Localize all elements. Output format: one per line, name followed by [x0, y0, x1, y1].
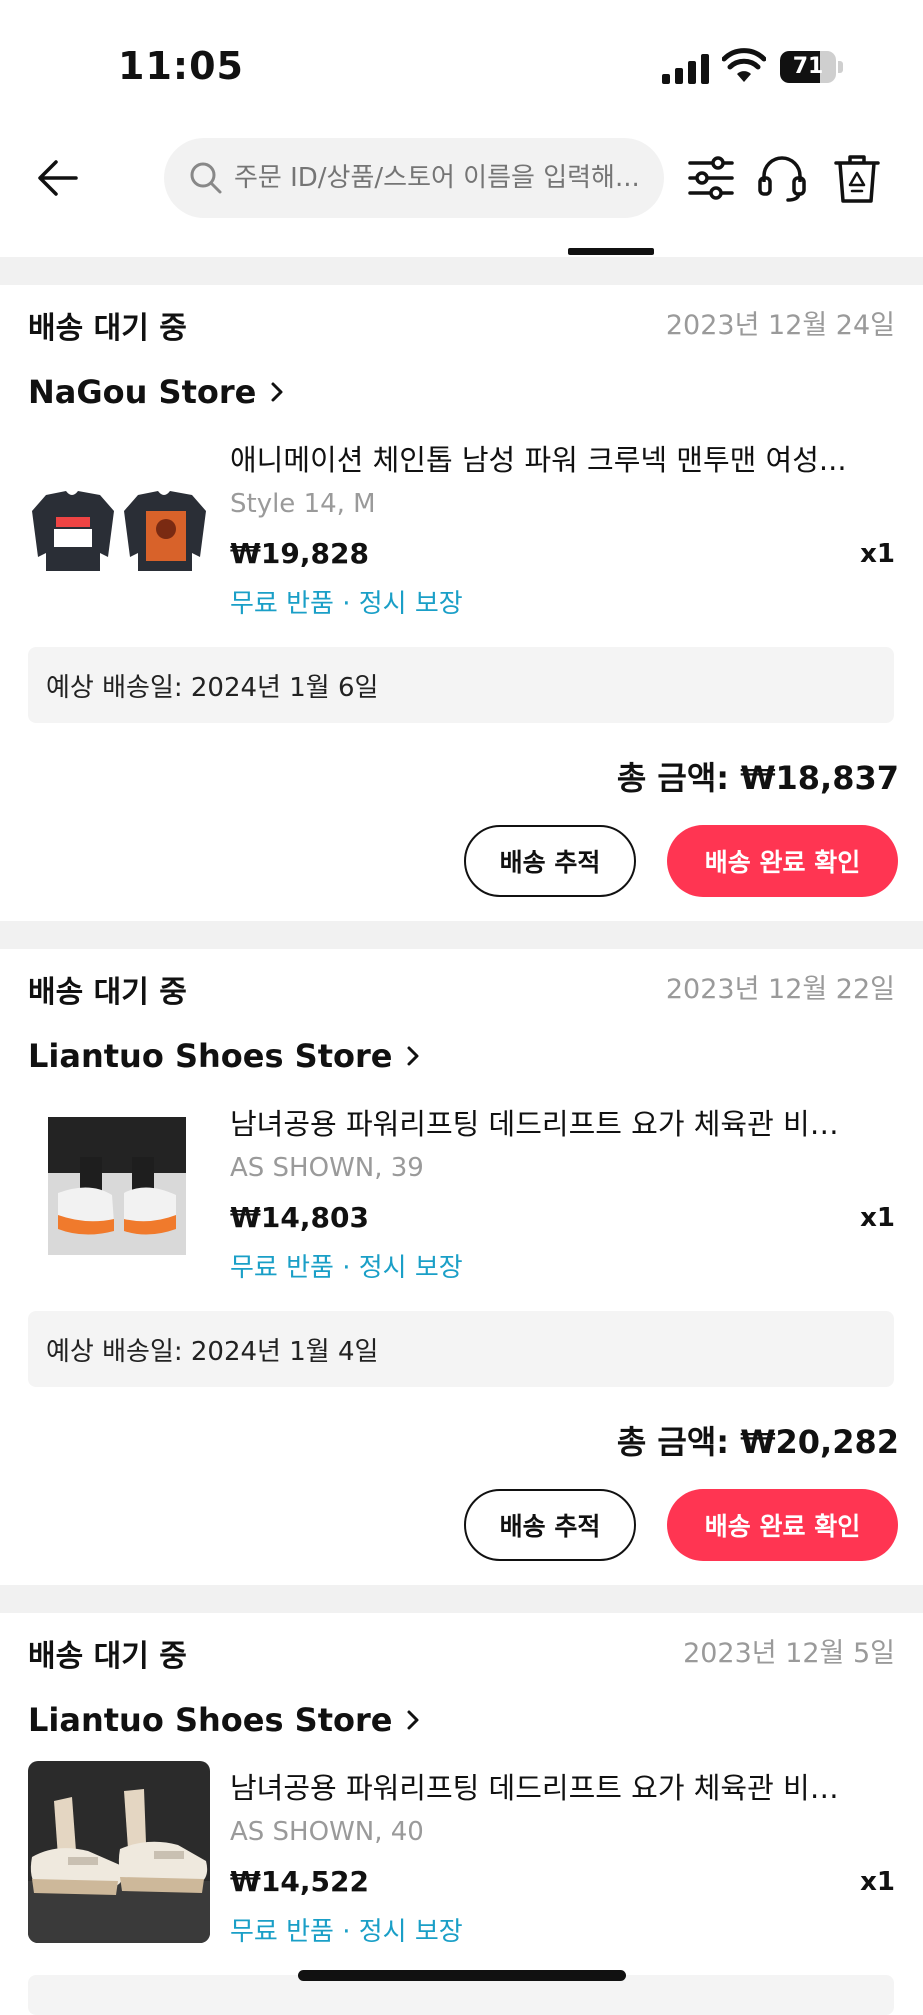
confirm-delivery-button[interactable]: 배송 완료 확인 [667, 825, 898, 897]
search-input[interactable] [234, 163, 664, 193]
chevron-right-icon [406, 1045, 420, 1067]
search-icon [186, 158, 226, 198]
section-divider [0, 921, 923, 949]
customer-service-button[interactable] [754, 150, 810, 206]
filter-button[interactable] [683, 150, 739, 206]
product-quantity: x1 [860, 539, 895, 569]
product-title[interactable]: 남녀공용 파워리프팅 데드리프트 요가 체육관 비… [230, 1765, 880, 1807]
estimated-delivery: 예상 배송일: 2024년 1월 4일 [46, 1336, 379, 1367]
track-shipment-button[interactable]: 배송 추적 [464, 1489, 636, 1561]
status-time: 11:05 [118, 44, 244, 88]
product-image[interactable] [28, 1097, 210, 1279]
chevron-right-icon [270, 381, 284, 403]
order-card[interactable]: 배송 대기 중 2023년 12월 24일 NaGou Store 애니메이션 … [0, 285, 923, 921]
confirm-delivery-button[interactable]: 배송 완료 확인 [667, 1489, 898, 1561]
order-date: 2023년 12월 22일 [665, 974, 895, 1005]
order-total: 총 금액: ₩18,837 [616, 759, 899, 797]
header [0, 120, 923, 260]
track-shipment-button[interactable]: 배송 추적 [464, 825, 636, 897]
product-title[interactable]: 애니메이션 체인톱 남성 파워 크루넥 맨투맨 여성... [230, 437, 880, 479]
store-name: NaGou Store [28, 373, 257, 411]
product-title[interactable]: 남녀공용 파워리프팅 데드리프트 요가 체육관 비… [230, 1101, 880, 1143]
product-variant: AS SHOWN, 39 [230, 1153, 424, 1183]
service-tags: 무료 반품 · 정시 보장 [230, 589, 463, 619]
estimated-delivery-box: 예상 배송일: 2024년 1월 4일 [28, 1311, 894, 1387]
product-variant: AS SHOWN, 40 [230, 1817, 424, 1847]
order-total: 총 금액: ₩20,282 [616, 1423, 899, 1461]
chevron-right-icon [406, 1709, 420, 1731]
product-price: ₩14,522 [230, 1865, 369, 1898]
status-bar: 11:05 71 [0, 0, 923, 120]
product-variant: Style 14, M [230, 489, 376, 519]
wifi-icon [722, 48, 766, 82]
service-tags: 무료 반품 · 정시 보장 [230, 1917, 463, 1947]
store-name: Liantuo Shoes Store [28, 1701, 393, 1739]
estimated-delivery-box: 예상 배송일: 2024년 1월 6일 [28, 647, 894, 723]
product-price: ₩14,803 [230, 1201, 369, 1234]
order-card[interactable]: 배송 대기 중 2023년 12월 5일 Liantuo Shoes Store… [0, 1613, 923, 2015]
store-name: Liantuo Shoes Store [28, 1037, 393, 1075]
order-date: 2023년 12월 5일 [683, 1638, 895, 1669]
battery-level-text: 71 [792, 54, 824, 79]
trash-recycle-icon [834, 155, 880, 203]
store-link[interactable]: NaGou Store [28, 373, 284, 411]
service-tags: 무료 반품 · 정시 보장 [230, 1253, 463, 1283]
home-indicator[interactable] [298, 1970, 626, 1981]
section-divider [0, 1585, 923, 1613]
order-status: 배송 대기 중 [28, 311, 187, 346]
section-divider [0, 257, 923, 285]
product-image[interactable] [28, 433, 210, 615]
back-arrow-icon [38, 160, 78, 196]
order-status: 배송 대기 중 [28, 1639, 187, 1674]
product-price: ₩19,828 [230, 537, 369, 570]
order-card[interactable]: 배송 대기 중 2023년 12월 22일 Liantuo Shoes Stor… [0, 949, 923, 1585]
cellular-signal-icon [662, 54, 709, 84]
headset-icon [758, 156, 806, 202]
battery-icon: 71 [780, 51, 844, 83]
back-button[interactable] [30, 150, 86, 206]
search-bar[interactable] [164, 138, 664, 218]
product-quantity: x1 [860, 1867, 895, 1897]
recycle-bin-button[interactable] [829, 150, 885, 206]
store-link[interactable]: Liantuo Shoes Store [28, 1037, 420, 1075]
product-image[interactable] [28, 1761, 210, 1943]
estimated-delivery: 예상 배송일: 2024년 1월 6일 [46, 672, 379, 703]
estimated-delivery-box [28, 1975, 894, 2015]
order-date: 2023년 12월 24일 [665, 310, 895, 341]
order-status: 배송 대기 중 [28, 975, 187, 1010]
product-quantity: x1 [860, 1203, 895, 1233]
tab-indicator [568, 248, 654, 255]
store-link[interactable]: Liantuo Shoes Store [28, 1701, 420, 1739]
filter-sliders-icon [688, 156, 734, 200]
